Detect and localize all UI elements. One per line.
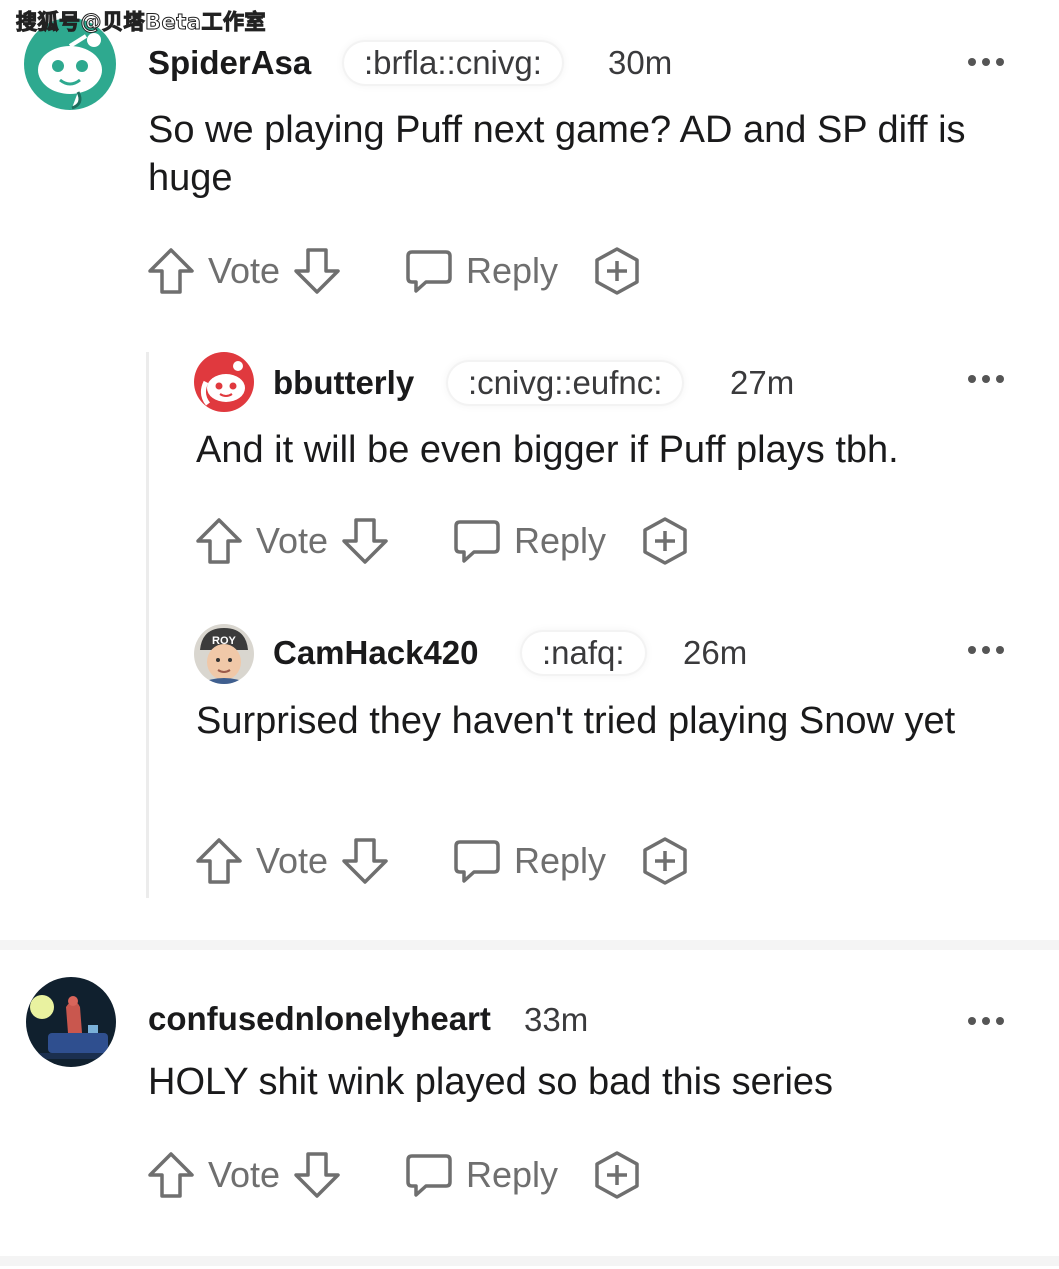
upvote-button[interactable] [194, 516, 244, 571]
comment-body: So we playing Puff next game? AD and SP … [148, 109, 966, 199]
award-plus-icon [643, 837, 687, 885]
user-avatar[interactable] [194, 352, 254, 412]
arrow-down-icon [294, 1152, 340, 1198]
reply-label[interactable]: Reply [514, 840, 606, 882]
reply-button[interactable] [404, 1150, 454, 1205]
speech-bubble-icon [454, 520, 500, 563]
arrow-up-icon [196, 838, 242, 884]
comment-actions: Vote Reply [194, 516, 714, 566]
comment-actions: Vote Reply [194, 836, 714, 886]
vote-label: Vote [208, 1154, 281, 1195]
vote-label: Vote [256, 520, 329, 561]
speech-bubble-icon [454, 840, 500, 883]
reply-label[interactable]: Reply [514, 520, 606, 562]
award-plus-icon [595, 1151, 639, 1199]
username[interactable]: SpiderAsa [148, 44, 311, 82]
comment-divider [0, 1256, 1059, 1266]
comment-body: Surprised they haven't tried playing Sno… [196, 700, 956, 742]
username[interactable]: CamHack420 [273, 634, 478, 672]
more-dots-icon[interactable] [968, 56, 1008, 68]
downvote-button[interactable] [340, 516, 390, 571]
timestamp: 27m [730, 364, 795, 401]
user-flair: :cnivg::eufnc: [448, 362, 683, 404]
speech-bubble-icon [406, 250, 452, 293]
award-plus-icon [595, 247, 639, 295]
user-flair: :brfla::cnivg: [344, 42, 562, 84]
arrow-up-icon [148, 248, 194, 294]
reply-button[interactable] [452, 836, 502, 891]
comment-actions: Vote Reply [146, 1150, 666, 1200]
downvote-button[interactable] [340, 836, 390, 891]
comment-body: HOLY shit wink played so bad this series [148, 1061, 834, 1103]
user-avatar[interactable] [26, 977, 116, 1067]
timestamp: 30m [608, 44, 673, 81]
award-button[interactable] [640, 836, 690, 891]
timestamp: 26m [683, 634, 748, 671]
arrow-down-icon [342, 518, 388, 564]
vote-label: Vote [208, 250, 281, 291]
comment-body: And it will be even bigger if Puff plays… [196, 429, 899, 471]
reply-label[interactable]: Reply [466, 1154, 558, 1196]
vote-label: Vote [256, 840, 329, 881]
arrow-up-icon [148, 1152, 194, 1198]
username[interactable]: confusednlonelyheart [148, 1000, 491, 1038]
arrow-down-icon [294, 248, 340, 294]
watermark: 搜狐号@贝塔Beta工作室 [16, 10, 266, 35]
more-dots-icon[interactable] [968, 644, 1008, 656]
downvote-button[interactable] [292, 1150, 342, 1205]
thread-line[interactable] [146, 352, 149, 898]
award-plus-icon [643, 517, 687, 565]
upvote-button[interactable] [194, 836, 244, 891]
award-button[interactable] [592, 1150, 642, 1205]
more-dots-icon[interactable] [968, 373, 1008, 385]
reply-label[interactable]: Reply [466, 250, 558, 292]
arrow-down-icon [342, 838, 388, 884]
comment-divider [0, 940, 1059, 950]
comment-actions: Vote Reply [146, 246, 666, 296]
arrow-up-icon [196, 518, 242, 564]
upvote-button[interactable] [146, 1150, 196, 1205]
upvote-button[interactable] [146, 246, 196, 301]
user-flair: :nafq: [522, 632, 645, 674]
award-button[interactable] [640, 516, 690, 571]
downvote-button[interactable] [292, 246, 342, 301]
more-dots-icon[interactable] [968, 1015, 1008, 1027]
award-button[interactable] [592, 246, 642, 301]
timestamp: 33m [524, 1001, 589, 1038]
username[interactable]: bbutterly [273, 364, 414, 402]
reply-button[interactable] [452, 516, 502, 571]
speech-bubble-icon [406, 1154, 452, 1197]
user-avatar[interactable]: ROY [194, 624, 254, 684]
reply-button[interactable] [404, 246, 454, 301]
